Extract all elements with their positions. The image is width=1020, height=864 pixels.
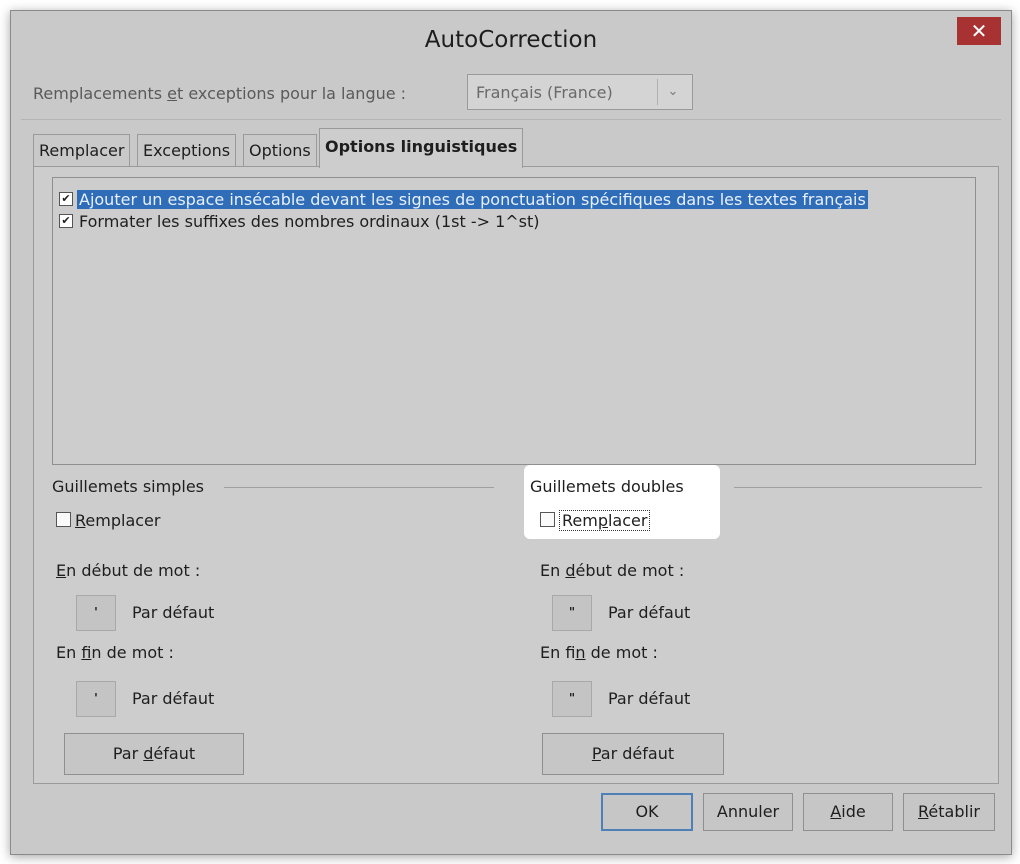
ok-button[interactable]: OK [601,793,693,831]
group-divider [734,487,982,488]
double-end-label: En fin de mot : [540,643,658,662]
double-quotes-group-label: Guillemets doubles [530,477,684,496]
double-start-quote-button[interactable]: " [552,595,592,631]
double-end-value: Par défaut [608,689,691,708]
title-bar[interactable]: AutoCorrection ✕ [11,11,1011,71]
separator [21,119,1001,120]
dialog-title: AutoCorrection [424,27,598,53]
single-start-label: En début de mot : [56,561,201,580]
options-list[interactable]: ✔ Ajouter un espace insécable devant les … [52,177,976,465]
language-label: Remplacements et exceptions pour la lang… [33,84,407,103]
group-divider [224,487,494,488]
reset-button[interactable]: Rétablir [903,793,995,831]
list-item[interactable]: ✔ Formater les suffixes des nombres ordin… [59,212,542,234]
checkbox-box[interactable] [56,512,71,527]
double-start-label: En début de mot : [540,561,685,580]
tab-exceptions[interactable]: Exceptions [137,134,237,166]
double-end-quote-button[interactable]: " [552,681,592,717]
tab-options[interactable]: Options [243,134,317,166]
close-icon: ✕ [970,19,988,43]
close-button[interactable]: ✕ [957,17,1001,45]
option-label: Ajouter un espace insécable devant les s… [77,190,868,209]
checkbox-box[interactable] [540,512,555,527]
single-start-quote-button[interactable]: ' [76,595,116,631]
tab-remplacer[interactable]: Remplacer [33,134,131,166]
tab-options-linguistiques[interactable]: Options linguistiques [319,128,524,168]
single-default-button[interactable]: Par défaut [64,733,244,775]
single-start-value: Par défaut [132,603,215,622]
chevron-down-icon[interactable]: ⌄ [657,79,688,105]
list-item[interactable]: ✔ Ajouter un espace insécable devant les … [59,190,868,212]
single-replace-checkbox[interactable]: Remplacer [56,511,160,530]
option-label: Formater les suffixes des nombres ordina… [79,212,540,231]
option-checkbox[interactable]: ✔ [59,213,73,228]
single-replace-label: Remplacer [75,511,161,530]
double-replace-checkbox[interactable]: Remplacer [540,510,651,531]
single-quotes-group-label: Guillemets simples [52,477,204,496]
options-linguistiques-panel: ✔ Ajouter un espace insécable devant les … [33,166,999,784]
language-select[interactable]: Français (France) ⌄ [467,74,693,110]
single-end-label: En fin de mot : [56,643,174,662]
double-start-value: Par défaut [608,603,691,622]
double-replace-label: Remplacer [559,510,651,531]
language-value: Français (France) [476,83,613,102]
autocorrection-dialog: AutoCorrection ✕ Remplacements et except… [10,10,1012,855]
single-end-value: Par défaut [132,689,215,708]
cancel-button[interactable]: Annuler [703,793,793,831]
option-checkbox[interactable]: ✔ [59,191,73,206]
help-button[interactable]: Aide [803,793,893,831]
double-default-button[interactable]: Par défaut [542,733,724,775]
single-end-quote-button[interactable]: ' [76,681,116,717]
